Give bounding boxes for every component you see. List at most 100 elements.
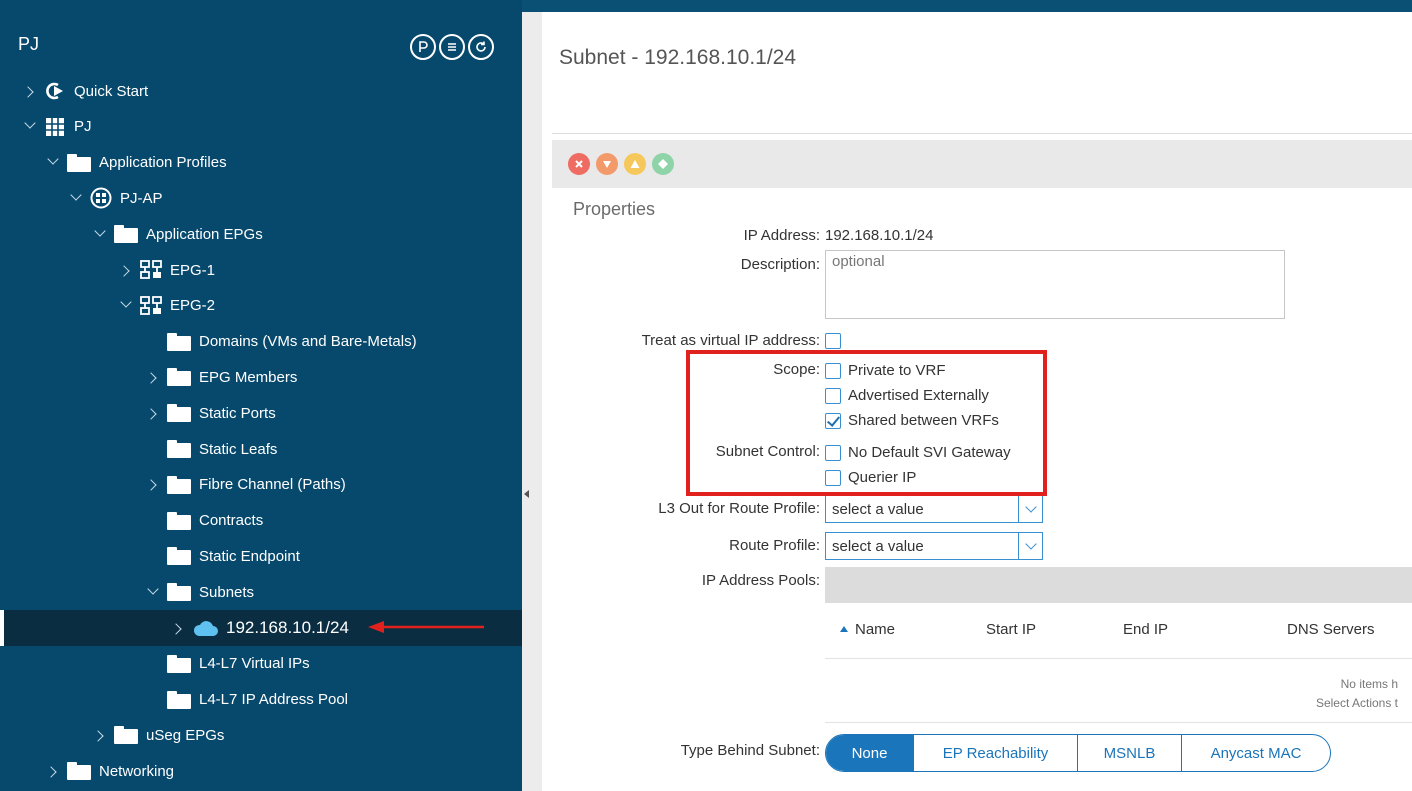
folder-icon bbox=[167, 332, 191, 351]
major-fault-icon[interactable] bbox=[596, 153, 618, 175]
tree-item-label: PJ bbox=[74, 118, 92, 136]
cloud-icon bbox=[192, 619, 218, 637]
chevron-down-icon[interactable] bbox=[22, 118, 44, 135]
l3out-select[interactable]: select a value bbox=[825, 495, 1043, 523]
column-dns-servers[interactable]: DNS Servers bbox=[1287, 621, 1375, 638]
tree-item-label: Static Endpoint bbox=[199, 547, 300, 565]
tree-item[interactable]: L4-L7 Virtual IPs bbox=[0, 646, 522, 682]
app-profile-icon bbox=[90, 187, 112, 209]
collapse-arrow-icon[interactable] bbox=[524, 490, 529, 498]
tree-item-label: L4-L7 Virtual IPs bbox=[199, 655, 310, 673]
tree-item[interactable]: uSeg EPGs bbox=[0, 717, 522, 753]
page-title: Subnet - 192.168.10.1/24 bbox=[559, 46, 797, 69]
tree-item-label: L4-L7 IP Address Pool bbox=[199, 691, 348, 709]
type-msnlb-button[interactable]: MSNLB bbox=[1078, 735, 1182, 771]
tree-item-label: Quick Start bbox=[74, 82, 149, 100]
chevron-right-icon[interactable] bbox=[92, 727, 114, 744]
type-anycast-mac-button[interactable]: Anycast MAC bbox=[1182, 735, 1330, 771]
folder-icon bbox=[167, 404, 191, 423]
chevron-right-icon[interactable] bbox=[145, 369, 167, 386]
route-profile-label: Route Profile: bbox=[729, 537, 820, 554]
red-arrow-annotation bbox=[368, 621, 484, 633]
l3out-select-value: select a value bbox=[832, 500, 924, 518]
tree-item-label: EPG-1 bbox=[170, 261, 216, 279]
tree-item[interactable]: Static Leafs bbox=[0, 431, 522, 467]
critical-fault-icon[interactable] bbox=[568, 153, 590, 175]
navigation-pane: PJ Quick Start PJ Application Profiles PJ-A… bbox=[0, 0, 522, 791]
nav-toolbar bbox=[410, 34, 494, 60]
tree-item[interactable]: EPG-2 bbox=[0, 288, 522, 324]
ip-pools-toolbar bbox=[825, 567, 1412, 603]
tree-item[interactable]: PJ-AP bbox=[0, 180, 522, 216]
tenant-tool-icon[interactable] bbox=[410, 34, 436, 60]
folder-icon bbox=[167, 547, 191, 566]
pool-empty-message: No items h bbox=[1340, 677, 1398, 691]
chevron-down-icon[interactable] bbox=[1018, 496, 1042, 522]
chevron-down-icon[interactable] bbox=[92, 226, 114, 243]
route-profile-select-value: select a value bbox=[832, 537, 924, 555]
folder-icon bbox=[167, 475, 191, 494]
tree-item[interactable]: EPG-1 bbox=[0, 252, 522, 288]
chevron-right-icon[interactable] bbox=[22, 83, 44, 100]
column-name[interactable]: Name bbox=[855, 621, 895, 638]
top-header-strip bbox=[522, 0, 1412, 12]
tree-item-label: uSeg EPGs bbox=[146, 726, 225, 744]
tree-item[interactable]: Application EPGs bbox=[0, 216, 522, 252]
tree-item[interactable]: Fibre Channel (Paths) bbox=[0, 467, 522, 503]
tree-item-label: Application Profiles bbox=[99, 154, 227, 172]
column-start-ip[interactable]: Start IP bbox=[986, 621, 1036, 638]
folder-icon bbox=[167, 583, 191, 602]
chevron-right-icon[interactable] bbox=[145, 405, 167, 422]
tenant-icon bbox=[44, 117, 66, 137]
tree-item[interactable]: Subnets bbox=[0, 574, 522, 610]
tree-item[interactable]: Application Profiles bbox=[0, 145, 522, 181]
tree-item[interactable]: Static Ports bbox=[0, 395, 522, 431]
warning-fault-icon[interactable] bbox=[652, 153, 674, 175]
chevron-right-icon[interactable] bbox=[170, 620, 192, 637]
tree-item[interactable]: Static Endpoint bbox=[0, 538, 522, 574]
description-field[interactable]: optional bbox=[825, 250, 1285, 319]
chevron-right-icon[interactable] bbox=[145, 476, 167, 493]
folder-icon bbox=[167, 368, 191, 387]
type-ep-reachability-button[interactable]: EP Reachability bbox=[914, 735, 1078, 771]
list-tool-icon[interactable] bbox=[439, 34, 465, 60]
chevron-down-icon[interactable] bbox=[145, 584, 167, 601]
folder-icon bbox=[167, 511, 191, 530]
folder-icon bbox=[67, 153, 91, 172]
minor-fault-icon[interactable] bbox=[624, 153, 646, 175]
chevron-right-icon[interactable] bbox=[45, 763, 67, 780]
folder-icon bbox=[67, 762, 91, 781]
ip-address-value: 192.168.10.1/24 bbox=[825, 227, 934, 244]
chevron-down-icon[interactable] bbox=[68, 190, 90, 207]
properties-heading: Properties bbox=[573, 199, 656, 219]
tree-item[interactable]: Contracts bbox=[0, 503, 522, 539]
chevron-right-icon[interactable] bbox=[118, 262, 140, 279]
tree-item-label: Subnets bbox=[199, 583, 255, 601]
chevron-down-icon[interactable] bbox=[118, 297, 140, 314]
column-end-ip[interactable]: End IP bbox=[1123, 621, 1168, 638]
tree-item[interactable]: L4-L7 IP Address Pool bbox=[0, 682, 522, 718]
tree-item[interactable]: PJ bbox=[0, 109, 522, 145]
chevron-down-icon[interactable] bbox=[1018, 533, 1042, 559]
sort-ascending-icon[interactable] bbox=[839, 621, 849, 638]
pane-splitter[interactable] bbox=[522, 0, 542, 791]
tree-item[interactable]: EPG Members bbox=[0, 359, 522, 395]
ip-pools-label: IP Address Pools: bbox=[701, 572, 820, 589]
description-label: Description: bbox=[740, 256, 820, 273]
route-profile-select[interactable]: select a value bbox=[825, 532, 1043, 560]
tree-item[interactable]: Quick Start bbox=[0, 73, 522, 109]
folder-icon bbox=[114, 726, 138, 745]
tree-item[interactable]: Networking bbox=[0, 753, 522, 789]
chevron-down-icon[interactable] bbox=[45, 154, 67, 171]
tree-item-label: PJ-AP bbox=[120, 189, 163, 207]
type-none-button[interactable]: None bbox=[826, 735, 914, 771]
tree-item-label: Networking bbox=[99, 762, 175, 780]
type-behind-segmented-control: None EP Reachability MSNLB Anycast MAC bbox=[825, 734, 1331, 772]
virtual-ip-label: Treat as virtual IP address: bbox=[641, 332, 820, 349]
tree-item[interactable]: Domains (VMs and Bare-Metals) bbox=[0, 324, 522, 360]
folder-icon bbox=[167, 690, 191, 709]
ip-address-label: IP Address: bbox=[743, 227, 820, 244]
refresh-tool-icon[interactable] bbox=[468, 34, 494, 60]
virtual-ip-checkbox-row[interactable] bbox=[825, 333, 848, 349]
virtual-ip-checkbox[interactable] bbox=[825, 333, 841, 349]
